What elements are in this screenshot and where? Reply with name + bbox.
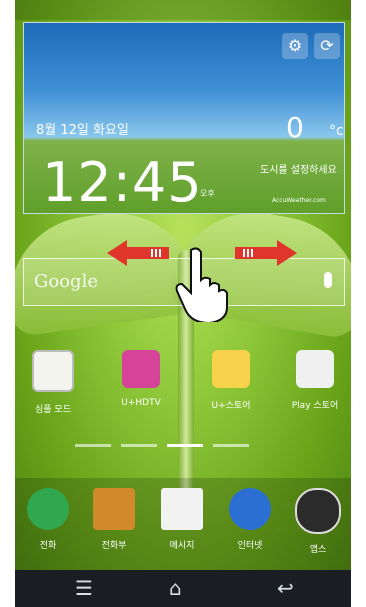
app-uplus-hdtv[interactable]: U+HDTV [105, 350, 177, 408]
app-simple-mode[interactable]: 심플 모드 [17, 350, 89, 415]
app-label: Play 스토어 [291, 401, 339, 411]
back-icon[interactable]: ↩ [277, 576, 294, 600]
dock-phone[interactable]: 전화 [15, 488, 81, 551]
dock-label: 전화부 [101, 541, 127, 551]
dock-label: 인터넷 [237, 541, 263, 551]
envelope-icon [161, 488, 203, 530]
dock-internet[interactable]: 인터넷 [217, 488, 283, 551]
dock-label: 앱스 [309, 545, 327, 555]
play-store-icon [296, 350, 334, 388]
app-label: 심플 모드 [35, 405, 71, 415]
phone-icon [27, 488, 69, 530]
app-uplus-store[interactable]: U+스토어 [195, 350, 267, 411]
globe-icon [229, 488, 271, 530]
widget-date: 8월 12일 화요일 [36, 123, 129, 138]
dock-contacts[interactable]: 전화부 [81, 488, 147, 551]
phone-screen: ⚙ ⟳ 8월 12일 화요일 0 °c 12:45 오후 도시를 설정하세요 A… [15, 0, 351, 607]
navigation-bar: ☰ ⌂ ↩ [15, 570, 351, 607]
page-dot [121, 444, 157, 447]
weather-widget[interactable]: ⚙ ⟳ 8월 12일 화요일 0 °c 12:45 오후 도시를 설정하세요 A… [23, 22, 345, 214]
app-label: U+HDTV [121, 398, 161, 408]
simple-mode-icon [32, 350, 74, 392]
apps-grid-icon [295, 488, 341, 534]
widget-temperature: 0 [286, 111, 304, 144]
swipe-left-arrow-icon [107, 240, 169, 266]
app-play-store[interactable]: Play 스토어 [279, 350, 351, 411]
hdtv-icon [122, 350, 160, 388]
google-logo: Google [34, 271, 98, 292]
home-icon[interactable]: ⌂ [169, 576, 182, 600]
dock-apps[interactable]: 앱스 [285, 488, 351, 555]
page-dot [167, 444, 203, 447]
page-dot [213, 444, 249, 447]
page-indicator [75, 432, 291, 447]
status-bar [15, 0, 351, 20]
widget-ampm: 오후 [200, 189, 215, 198]
widget-temperature-unit: °c [329, 123, 344, 139]
refresh-icon[interactable]: ⟳ [314, 33, 340, 59]
microphone-icon[interactable] [324, 272, 332, 288]
dock-label: 전화 [39, 541, 57, 551]
contacts-icon [93, 488, 135, 530]
swipe-right-arrow-icon [235, 240, 297, 266]
widget-time: 12:45 [42, 151, 203, 214]
dock-label: 메시지 [169, 541, 195, 551]
dock-messages[interactable]: 메시지 [149, 488, 215, 551]
pointing-hand-icon [175, 247, 228, 322]
widget-source: AccuWeather.com [272, 197, 326, 204]
menu-icon[interactable]: ☰ [75, 576, 93, 600]
store-bag-icon [212, 350, 250, 388]
gear-icon[interactable]: ⚙ [282, 33, 308, 59]
page-dot [75, 444, 111, 447]
widget-city-message[interactable]: 도시를 설정하세요 [260, 161, 337, 176]
app-label: U+스토어 [211, 401, 251, 411]
